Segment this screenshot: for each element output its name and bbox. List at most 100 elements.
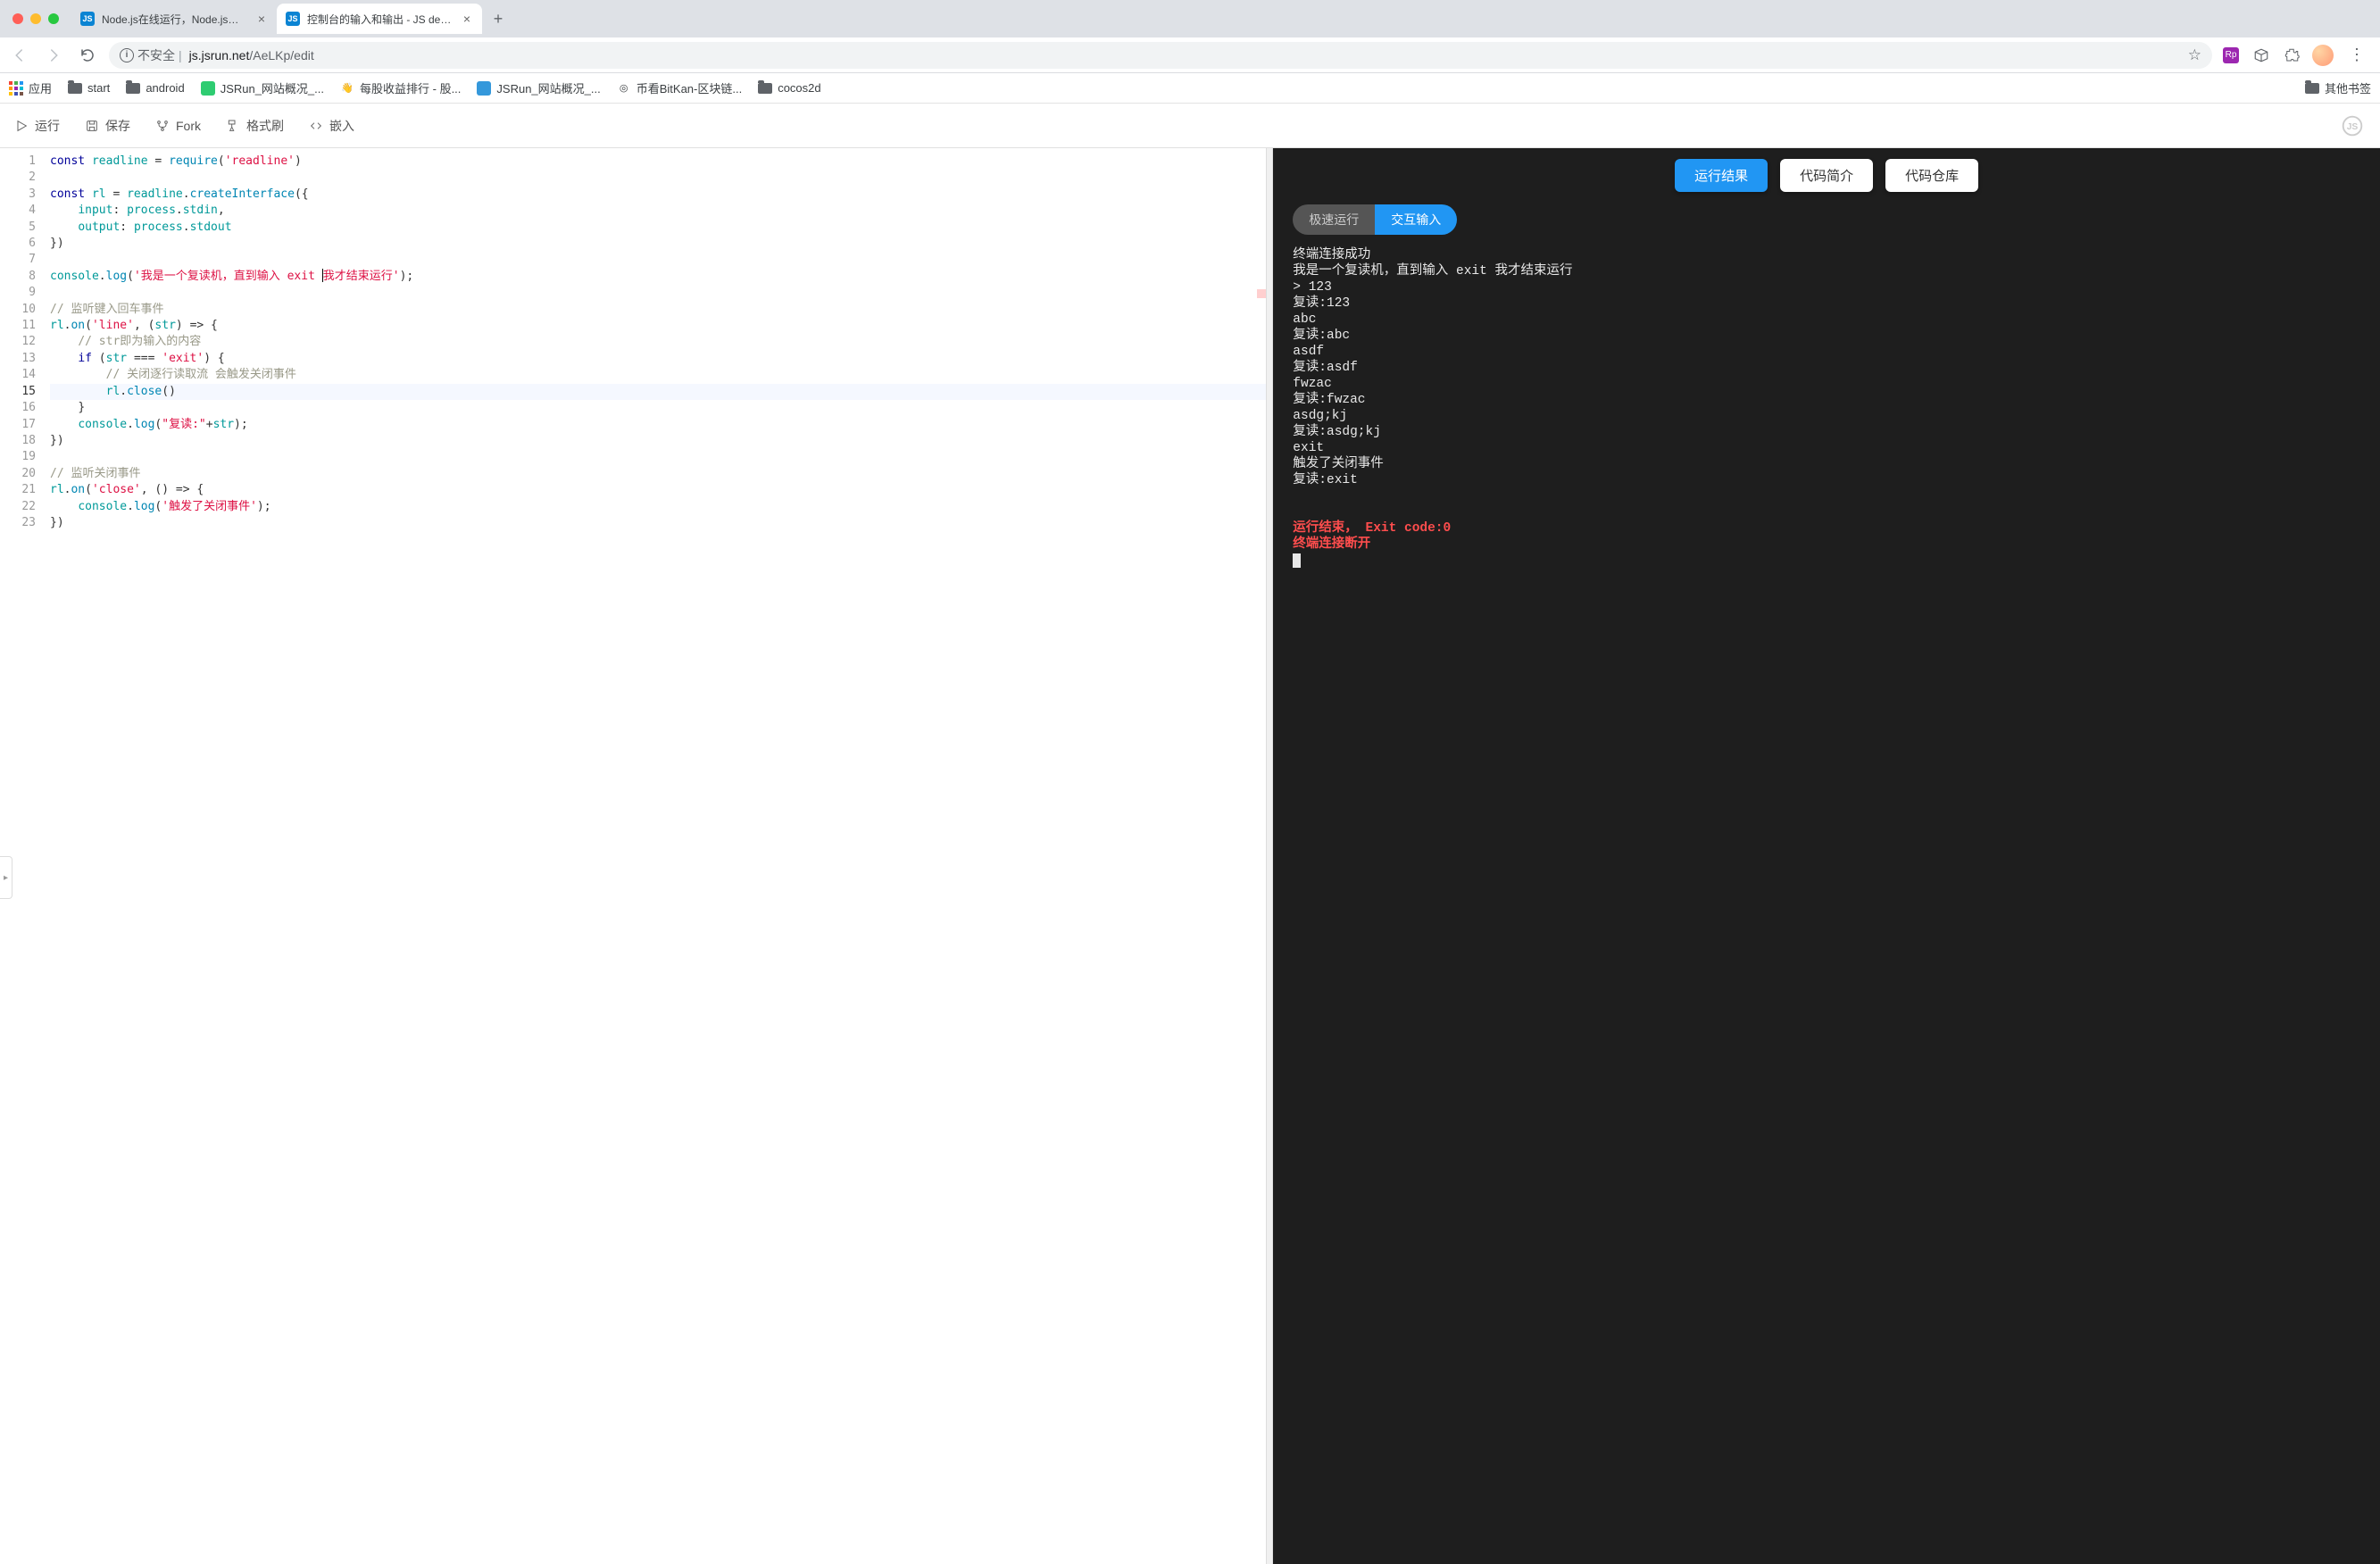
menu-button[interactable]: ⋮ [2344, 43, 2369, 68]
tab-favicon: JS [286, 12, 300, 26]
terminal-line [1293, 488, 2360, 504]
embed-label: 嵌入 [329, 117, 354, 135]
profile-avatar[interactable] [2312, 45, 2334, 66]
jsrun-logo: JS [2339, 112, 2366, 139]
format-button[interactable]: 格式刷 [226, 117, 284, 135]
save-button[interactable]: 保存 [85, 117, 130, 135]
extension-icon-2[interactable] [2251, 46, 2271, 65]
terminal-line: 终端连接断开 [1293, 537, 2360, 553]
terminal-line: 终端连接成功 [1293, 247, 2360, 263]
extensions-button[interactable] [2282, 46, 2301, 65]
tab-intro[interactable]: 代码简介 [1780, 159, 1873, 192]
bookmark-item[interactable]: start [68, 81, 110, 95]
terminal-line: exit [1293, 440, 2360, 456]
terminal-line: 复读:asdg;kj [1293, 424, 2360, 440]
bookmark-label: cocos2d [778, 81, 820, 95]
bookmark-label: JSRun_网站概况_... [496, 79, 600, 96]
maximize-window-button[interactable] [48, 13, 59, 24]
toolbar-right: Rp ⋮ [2221, 43, 2373, 68]
folder-icon [758, 83, 772, 94]
terminal-line: 复读:123 [1293, 295, 2360, 312]
browser-tab[interactable]: JS Node.js在线运行，Node.js在线 × [71, 4, 277, 34]
terminal-line: asdg;kj [1293, 408, 2360, 424]
terminal-line: 运行结束， Exit code:0 [1293, 520, 2360, 537]
bookmark-item[interactable]: 👋 每股收益排行 - 股... [340, 79, 461, 96]
reload-button[interactable] [75, 43, 100, 68]
apps-icon [9, 81, 23, 96]
terminal-line [1293, 504, 2360, 520]
apps-label: 应用 [29, 79, 52, 96]
mode-interactive[interactable]: 交互输入 [1375, 204, 1457, 235]
editor-pane: ▸ 1234567891011121314151617181920212223 … [0, 148, 1273, 1564]
close-window-button[interactable] [12, 13, 23, 24]
bookmark-item[interactable]: JSRun_网站概况_... [201, 79, 324, 96]
terminal-line: asdf [1293, 344, 2360, 360]
scroll-marker [1257, 289, 1266, 298]
bookmark-item[interactable]: JSRun_网站概况_... [477, 79, 600, 96]
run-button[interactable]: 运行 [14, 117, 60, 135]
address-bar[interactable]: i 不安全 | js.jsrun.net/AeLKp/edit ☆ [109, 42, 2212, 69]
security-indicator[interactable]: i 不安全 | [120, 46, 182, 64]
fork-button[interactable]: Fork [155, 119, 201, 133]
format-label: 格式刷 [246, 117, 284, 135]
mode-fast[interactable]: 极速运行 [1293, 204, 1375, 235]
bookmark-label: JSRun_网站概况_... [221, 79, 324, 96]
new-tab-button[interactable]: + [486, 6, 511, 31]
favicon [201, 81, 215, 96]
folder-icon [68, 83, 82, 94]
tab-title: Node.js在线运行，Node.js在线 [102, 12, 248, 27]
terminal-line: 触发了关闭事件 [1293, 456, 2360, 472]
svg-text:JS: JS [2347, 121, 2359, 131]
other-bookmarks-label: 其他书签 [2325, 79, 2371, 96]
terminal-line: 复读:abc [1293, 328, 2360, 344]
apps-button[interactable]: 应用 [9, 79, 52, 96]
minimize-window-button[interactable] [30, 13, 41, 24]
info-icon: i [120, 48, 134, 62]
terminal-line: abc [1293, 312, 2360, 328]
favicon: ◎ [617, 81, 631, 96]
fork-label: Fork [176, 119, 201, 133]
terminal-line: 复读:asdf [1293, 360, 2360, 376]
terminal-line: 复读:fwzac [1293, 392, 2360, 408]
bookmark-label: 币看BitKan-区块链... [637, 79, 742, 96]
forward-button[interactable] [41, 43, 66, 68]
tab-repo[interactable]: 代码仓库 [1885, 159, 1978, 192]
bookmark-label: android [146, 81, 184, 95]
security-label: 不安全 [137, 46, 175, 64]
bookmark-label: start [87, 81, 110, 95]
folder-icon [2305, 83, 2319, 94]
run-mode-toggle: 极速运行 交互输入 [1293, 204, 2373, 235]
expand-panel-button[interactable]: ▸ [0, 856, 12, 899]
tab-result[interactable]: 运行结果 [1675, 159, 1768, 192]
run-label: 运行 [35, 117, 60, 135]
terminal-line: fwzac [1293, 376, 2360, 392]
save-label: 保存 [105, 117, 130, 135]
other-bookmarks[interactable]: 其他书签 [2305, 79, 2371, 96]
embed-button[interactable]: 嵌入 [309, 117, 354, 135]
url-text: js.jsrun.net/AeLKp/edit [189, 48, 314, 62]
close-tab-icon[interactable]: × [461, 12, 473, 25]
browser-chrome: JSNode.js在线运行，Node.js在线×JS控制台的输入和输出 - JS… [0, 0, 2380, 104]
terminal-output[interactable]: 终端连接成功我是一个复读机，直到输入 exit 我才结束运行> 123复读:12… [1280, 245, 2373, 1557]
bookmark-item[interactable]: android [126, 81, 184, 95]
terminal-cursor [1293, 553, 1301, 568]
star-icon[interactable]: ☆ [2188, 46, 2201, 64]
back-button[interactable] [7, 43, 32, 68]
bookmark-label: 每股收益排行 - 股... [360, 79, 461, 96]
tab-bar: JSNode.js在线运行，Node.js在线×JS控制台的输入和输出 - JS… [0, 0, 2380, 37]
browser-tab[interactable]: JS控制台的输入和输出 - JS demo× [277, 4, 482, 34]
extension-icon-1[interactable]: Rp [2221, 46, 2241, 65]
folder-icon [126, 83, 140, 94]
window-controls [12, 13, 59, 24]
favicon: 👋 [340, 81, 354, 96]
bookmark-item[interactable]: cocos2d [758, 81, 820, 95]
bookmark-item[interactable]: ◎ 币看BitKan-区块链... [617, 79, 742, 96]
terminal-line: 复读:exit [1293, 472, 2360, 488]
nav-bar: i 不安全 | js.jsrun.net/AeLKp/edit ☆ Rp ⋮ [0, 37, 2380, 73]
main-split: ▸ 1234567891011121314151617181920212223 … [0, 148, 2380, 1564]
code-editor[interactable]: const readline = require('readline') con… [43, 148, 1273, 1564]
app-toolbar: 运行 保存 Fork 格式刷 嵌入 JS [0, 104, 2380, 148]
terminal-line: > 123 [1293, 279, 2360, 295]
tab-favicon: JS [80, 12, 95, 26]
close-tab-icon[interactable]: × [255, 12, 268, 25]
